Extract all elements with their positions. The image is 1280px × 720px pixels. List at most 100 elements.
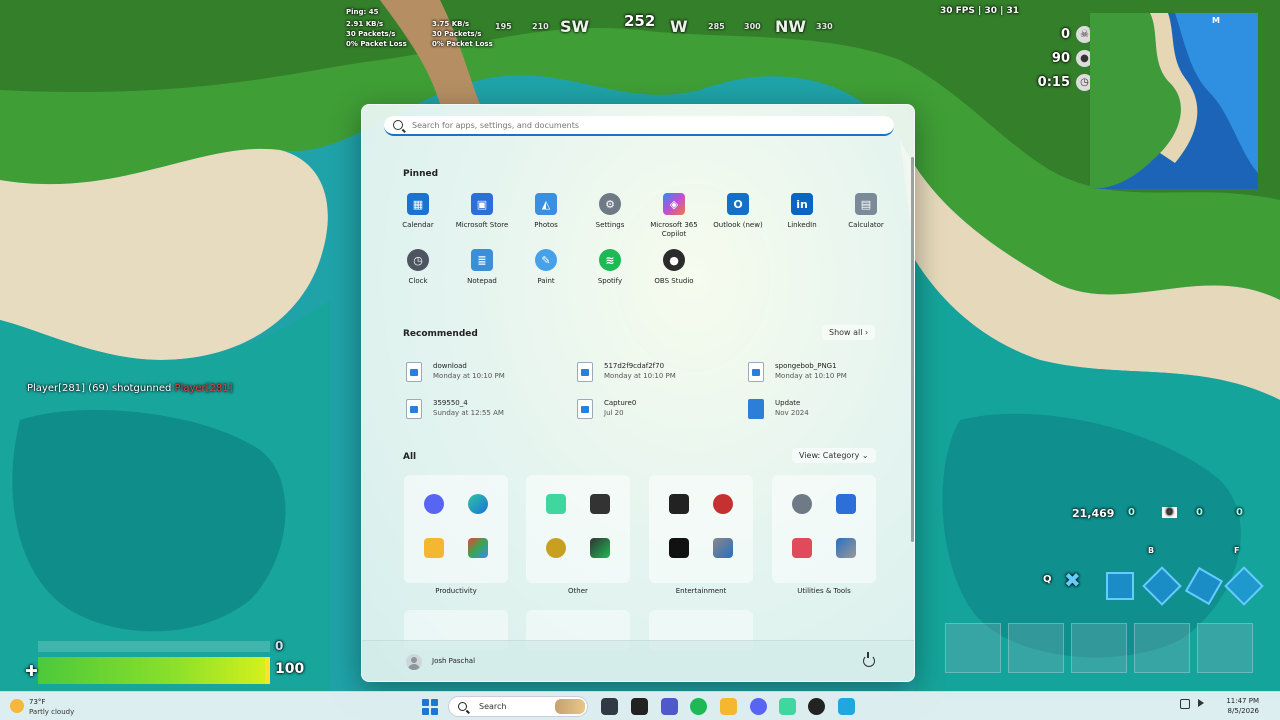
fortnite-icon[interactable] xyxy=(838,698,855,715)
pinned-app-outlook[interactable]: O Outlook (new) xyxy=(706,193,770,230)
view-category-dropdown[interactable]: View: Category ⌄ xyxy=(792,448,876,463)
chevron-down-icon: ⌄ xyxy=(861,451,869,460)
download-loss: 0% Packet Loss xyxy=(346,40,407,48)
floor-piece-icon[interactable] xyxy=(1142,566,1182,606)
recommended-item[interactable]: Update Nov 2024 xyxy=(748,397,908,423)
edit-tool-icon: ✖ xyxy=(1064,568,1081,592)
image-file-icon xyxy=(406,399,422,419)
clock-icon: ◷ xyxy=(407,249,429,271)
weather-temp: 73°F xyxy=(29,698,46,706)
calculator-icon: ▤ xyxy=(855,193,877,215)
pinned-app-spotify[interactable]: ≋ Spotify xyxy=(578,249,642,286)
image-file-icon xyxy=(406,362,422,382)
compass-tick: 330 xyxy=(816,22,833,31)
pinned-app-calculator[interactable]: ▤ Calculator xyxy=(834,193,898,230)
material-count: 0 xyxy=(1236,507,1243,518)
recommended-item[interactable]: download Monday at 10:10 PM xyxy=(406,360,566,386)
epic-games-icon[interactable] xyxy=(631,698,648,715)
show-all-button[interactable]: Show all › xyxy=(822,325,876,340)
compass-tick: 195 xyxy=(495,22,512,31)
snipping-tool-icon xyxy=(792,538,812,558)
pinned-app-settings[interactable]: ⚙ Settings xyxy=(578,193,642,230)
players-row: 90 ● xyxy=(1015,46,1093,70)
recommended-item[interactable]: 517d2f9cdaf2f70 Monday at 10:10 PM xyxy=(577,360,737,386)
category-productivity[interactable] xyxy=(404,475,508,583)
start-search-box[interactable] xyxy=(384,116,894,136)
hotbar-slot[interactable] xyxy=(945,623,1001,673)
user-name[interactable]: Josh Paschal xyxy=(432,657,475,665)
compass-direction: SW xyxy=(560,17,590,36)
app-label: Paint xyxy=(537,277,555,285)
windows-start-icon[interactable] xyxy=(422,699,438,715)
pinned-app-paint[interactable]: ✎ Paint xyxy=(514,249,578,286)
chevron-up-icon[interactable] xyxy=(1160,699,1170,709)
recommended-item[interactable]: spongebob_PNG1 Monday at 10:10 PM xyxy=(748,360,908,386)
app-label: Spotify xyxy=(597,277,623,285)
file-date: Nov 2024 xyxy=(775,409,809,417)
hotbar-slot[interactable] xyxy=(1134,623,1190,673)
task-view-icon[interactable] xyxy=(601,698,618,715)
hotbar-slot[interactable] xyxy=(1197,623,1253,673)
compass-direction: NW xyxy=(775,17,807,36)
category-entertainment[interactable] xyxy=(649,475,753,583)
pinned-app-obs[interactable]: ● OBS Studio xyxy=(642,249,706,286)
file-date: Monday at 10:10 PM xyxy=(433,372,505,380)
recommended-item[interactable]: Capture0 Jul 20 xyxy=(577,397,737,423)
recommended-item[interactable]: 359550_4 Sunday at 12:55 AM xyxy=(406,397,566,423)
obs-icon: ● xyxy=(663,249,685,271)
search-icon xyxy=(393,120,403,130)
stairs-piece-icon[interactable] xyxy=(1184,566,1224,606)
pinned-app-linkedin[interactable]: in LinkedIn xyxy=(770,193,834,230)
health-value: 100 xyxy=(275,661,305,677)
obs-icon[interactable] xyxy=(808,698,825,715)
chevron-right-icon: › xyxy=(865,328,869,337)
file-explorer-icon[interactable] xyxy=(720,698,737,715)
wall-piece-icon[interactable] xyxy=(1106,572,1134,600)
edge-icon xyxy=(468,494,488,514)
kill-feed-killer: Player[281] (69) shotgunned xyxy=(27,383,172,394)
pinned-app-notepad[interactable]: ≣ Notepad xyxy=(450,249,514,286)
build-key-q: Q xyxy=(1043,574,1052,585)
start-menu: Pinned ▦ Calendar ▣ Microsoft Store ◭ Ph… xyxy=(361,104,915,682)
discord-icon[interactable] xyxy=(750,698,767,715)
match-stats: 0 ☠ 90 ● 0:15 ◷ xyxy=(1015,22,1093,94)
avatar[interactable] xyxy=(406,654,422,670)
pinned-app-photos[interactable]: ◭ Photos xyxy=(514,193,578,230)
shield-value: 0 xyxy=(275,639,284,653)
hotbar-slot[interactable] xyxy=(1008,623,1064,673)
start-search-input[interactable] xyxy=(412,120,872,130)
category-utilities[interactable] xyxy=(772,475,876,583)
file-date: Sunday at 12:55 AM xyxy=(433,409,504,417)
display-icon[interactable] xyxy=(1180,699,1190,709)
power-icon[interactable] xyxy=(863,652,875,667)
start-scrollbar[interactable] xyxy=(911,157,914,542)
start-footer: Josh Paschal xyxy=(362,640,914,681)
kill-feed-victim: Player[281] xyxy=(174,383,233,394)
app-label: OBS Studio xyxy=(654,277,694,285)
file-name: Capture0 xyxy=(604,399,637,407)
app-label: LinkedIn xyxy=(787,221,817,229)
image-file-icon xyxy=(577,362,593,382)
show-all-label: Show all xyxy=(829,328,863,337)
weather-condition: Partly cloudy xyxy=(29,708,75,716)
search-icon xyxy=(458,702,467,711)
hotbar-slot[interactable] xyxy=(1071,623,1127,673)
pinned-app-store[interactable]: ▣ Microsoft Store xyxy=(450,193,514,230)
spotify-icon[interactable] xyxy=(690,698,707,715)
teams-icon[interactable] xyxy=(661,698,678,715)
android-icon[interactable] xyxy=(779,698,796,715)
category-other[interactable] xyxy=(526,475,630,583)
pinned-app-calendar[interactable]: ▦ Calendar xyxy=(386,193,450,230)
taskbar-clock[interactable]: 11:47 PM 8/5/2026 xyxy=(1219,696,1259,716)
outlook-icon: O xyxy=(727,193,749,215)
store-icon xyxy=(836,494,856,514)
file-date: Jul 20 xyxy=(604,409,624,417)
update-file-icon xyxy=(748,399,764,419)
roof-piece-icon[interactable] xyxy=(1224,566,1264,606)
pinned-app-clock[interactable]: ◷ Clock xyxy=(386,249,450,286)
taskbar-search[interactable]: Search xyxy=(448,696,588,717)
minimap[interactable]: M xyxy=(1090,13,1258,189)
category-label: Entertainment xyxy=(675,587,727,595)
pinned-app-copilot[interactable]: ◈ Microsoft 365 Copilot xyxy=(642,193,706,239)
volume-icon[interactable] xyxy=(1198,699,1204,707)
